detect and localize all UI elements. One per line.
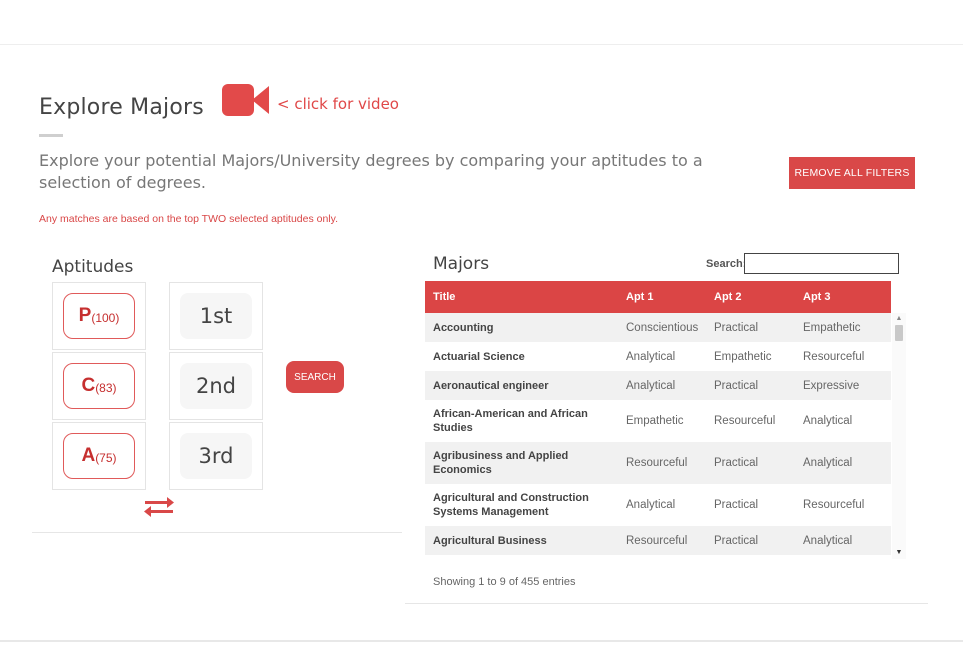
table-row[interactable]: Actuarial Science Analytical Empathetic … (425, 342, 891, 371)
major-apt1: Conscientious (626, 321, 699, 334)
major-apt2: Empathetic (714, 350, 772, 363)
matching-note: Any matches are based on the top TWO sel… (39, 213, 339, 225)
major-apt2: Resourceful (714, 415, 776, 427)
major-apt3: Analytical (803, 415, 853, 427)
scroll-down-arrow-icon[interactable]: ▼ (892, 549, 906, 557)
aptitudes-title: Aptitudes (52, 257, 134, 277)
column-header-apt2[interactable]: Apt 2 (706, 281, 795, 313)
aptitude-score: (75) (95, 451, 117, 465)
major-apt1: Resourceful (626, 457, 688, 469)
major-apt1: Empathetic (626, 415, 684, 427)
major-title: Agricultural Business (433, 534, 547, 547)
table-row[interactable]: Accounting Conscientious Practical Empat… (425, 313, 891, 342)
majors-search-input[interactable] (744, 253, 899, 274)
table-row[interactable]: Agricultural Business Resourceful Practi… (425, 526, 891, 555)
majors-table: Title Apt 1 Apt 2 Apt 3 Accounting Consc… (425, 281, 906, 559)
column-header-apt1[interactable]: Apt 1 (618, 281, 706, 313)
aptitudes-divider (32, 532, 402, 533)
aptitude-cell: C (83) (52, 352, 146, 420)
rank-slot-3rd[interactable]: 3rd (180, 433, 252, 479)
majors-search-label: Search: (706, 258, 747, 270)
major-apt1: Resourceful (626, 534, 688, 547)
aptitude-score: (100) (91, 311, 120, 325)
major-apt1: Analytical (626, 350, 676, 363)
rank-slot-cell: 2nd (169, 352, 263, 420)
table-entries-info: Showing 1 to 9 of 455 entries (433, 576, 576, 588)
aptitude-cell: A (75) (52, 422, 146, 490)
aptitude-chip-p[interactable]: P (100) (63, 293, 135, 339)
major-title: Agribusiness and Applied Economics (433, 450, 569, 476)
majors-divider (405, 603, 928, 604)
major-apt2: Practical (714, 457, 759, 469)
page-title: Explore Majors (39, 95, 204, 120)
major-apt3: Empathetic (803, 321, 861, 334)
aptitude-chip-a[interactable]: A (75) (63, 433, 135, 479)
major-apt2: Practical (714, 379, 759, 392)
major-title: Actuarial Science (433, 350, 525, 363)
scroll-thumb[interactable] (895, 325, 903, 341)
rank-slot-cell: 3rd (169, 422, 263, 490)
video-link[interactable]: < click for video (277, 95, 399, 113)
major-apt3: Resourceful (803, 499, 865, 511)
aptitude-score: (83) (95, 381, 117, 395)
video-camera-icon[interactable] (222, 84, 270, 116)
column-header-apt3[interactable]: Apt 3 (795, 281, 891, 313)
major-apt3: Resourceful (803, 350, 865, 363)
table-row[interactable]: Agribusiness and Applied Economics Resou… (425, 442, 891, 484)
major-title: Agricultural and Construction Systems Ma… (433, 492, 589, 518)
aptitude-letter: A (81, 445, 96, 466)
rank-slot-cell: 1st (169, 282, 263, 350)
aptitude-letter: C (81, 375, 96, 396)
search-button[interactable]: SEARCH (286, 361, 344, 393)
swap-arrows-icon[interactable] (143, 496, 175, 518)
page-description: Explore your potential Majors/University… (39, 151, 703, 192)
top-divider (0, 44, 963, 45)
title-underline (39, 134, 63, 137)
major-apt3: Analytical (803, 457, 853, 469)
major-apt1: Analytical (626, 499, 676, 511)
majors-title: Majors (433, 254, 490, 274)
rank-slot-1st[interactable]: 1st (180, 293, 252, 339)
major-title: Aeronautical engineer (433, 379, 549, 392)
remove-all-filters-button[interactable]: REMOVE ALL FILTERS (789, 157, 915, 189)
table-scrollbar[interactable]: ▲ ▼ (892, 313, 906, 559)
major-apt1: Analytical (626, 379, 676, 392)
scroll-up-arrow-icon[interactable]: ▲ (892, 315, 906, 323)
table-row[interactable]: Aeronautical engineer Analytical Practic… (425, 371, 891, 400)
table-row[interactable]: Agricultural and Construction Systems Ma… (425, 484, 891, 526)
aptitude-chip-c[interactable]: C (83) (63, 363, 135, 409)
major-apt2: Practical (714, 321, 759, 334)
aptitude-cell: P (100) (52, 282, 146, 350)
table-row[interactable]: African-American and African Studies Emp… (425, 400, 891, 442)
table-header-row: Title Apt 1 Apt 2 Apt 3 (425, 281, 891, 313)
major-apt3: Expressive (803, 379, 860, 392)
rank-slot-2nd[interactable]: 2nd (180, 363, 252, 409)
major-apt2: Practical (714, 499, 759, 511)
major-title: African-American and African Studies (433, 408, 588, 434)
major-apt3: Analytical (803, 534, 853, 547)
major-title: Accounting (433, 321, 494, 334)
bottom-divider (0, 640, 963, 642)
column-header-title[interactable]: Title (425, 281, 618, 313)
aptitude-letter: P (78, 305, 92, 326)
major-apt2: Practical (714, 534, 759, 547)
